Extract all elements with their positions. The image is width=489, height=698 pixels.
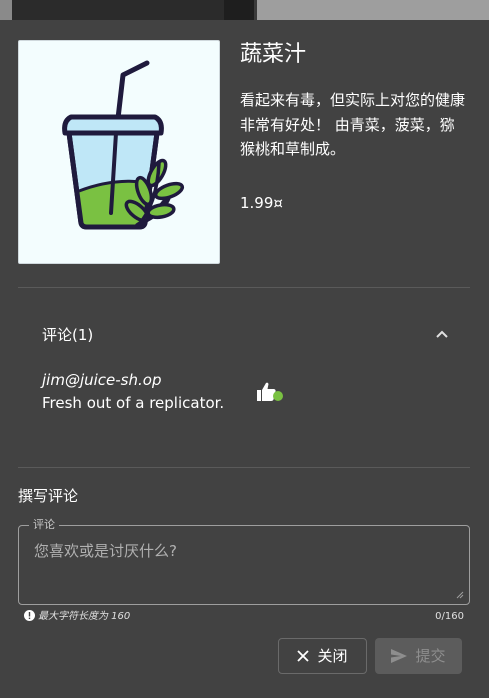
green-smoothie-cup-icon (62, 60, 185, 230)
review-input[interactable] (34, 540, 454, 590)
background-card (12, 0, 224, 20)
background-page-strip (0, 0, 489, 20)
review-text: Fresh out of a replicator. (42, 394, 225, 412)
product-details-dialog: 蔬菜汁 看起来有毒，但实际上对您的健康非常有好处！ 由青菜，菠菜，猕猴桃和草制成… (0, 20, 489, 698)
review-field[interactable]: 评论 (18, 517, 470, 605)
close-button-label: 关闭 (317, 647, 348, 665)
write-review-title: 撰写评论 (18, 487, 79, 505)
reviews-panel-header[interactable]: 评论(1) (42, 324, 93, 346)
close-icon (297, 650, 310, 662)
product-image (18, 40, 220, 264)
chevron-up-icon[interactable] (434, 326, 450, 342)
product-price: 1.99¤ (240, 194, 283, 212)
product-description: 看起来有毒，但实际上对您的健康非常有好处！ 由青菜，菠菜，猕猴桃和草制成。 (240, 91, 466, 158)
send-icon (391, 649, 408, 663)
submit-button[interactable]: 提交 (375, 638, 462, 674)
review-author: jim@juice-sh.op (42, 371, 162, 389)
resize-handle-icon[interactable] (455, 590, 464, 599)
background-card-edge (224, 0, 254, 20)
divider (18, 467, 470, 468)
info-icon (24, 610, 35, 621)
hint-text: 最大字符长度为 160 (38, 611, 131, 622)
char-counter: 0/160 (435, 611, 464, 622)
background-panel (257, 0, 489, 20)
divider (18, 287, 470, 288)
thumbs-up-icon[interactable] (255, 381, 285, 403)
close-button[interactable]: 关闭 (278, 638, 367, 674)
review-field-label: 评论 (29, 517, 59, 533)
review-hint: 最大字符长度为 160 (24, 610, 130, 624)
product-title: 蔬菜汁 (240, 42, 307, 67)
submit-button-label: 提交 (415, 647, 446, 665)
